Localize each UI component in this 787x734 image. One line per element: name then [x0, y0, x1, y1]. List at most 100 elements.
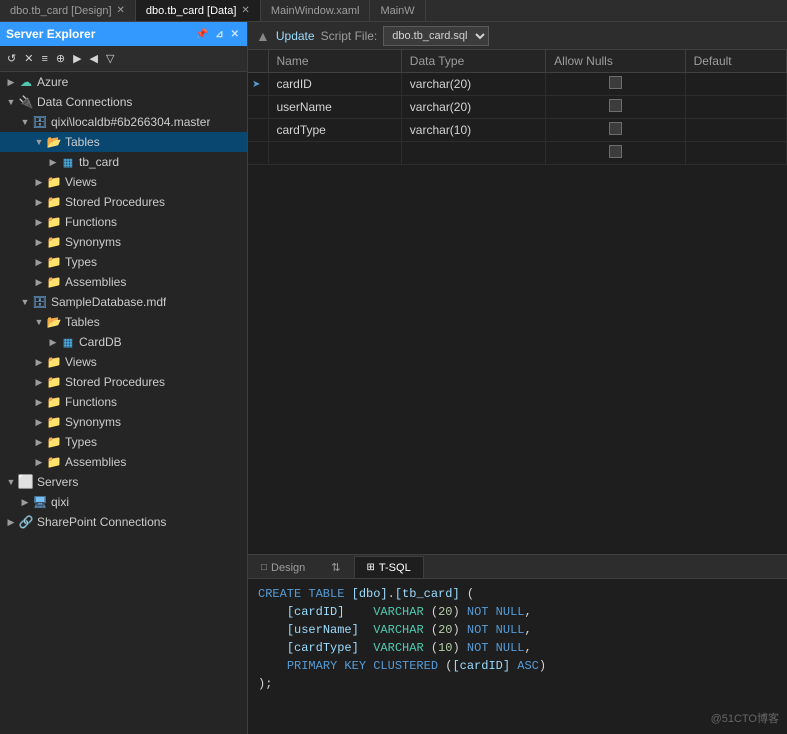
- asm2-folder-icon: 📁: [46, 454, 62, 470]
- tree-item-sharepoint[interactable]: ▶ 🔗 SharePoint Connections: [0, 512, 247, 532]
- col-default-username[interactable]: [685, 96, 786, 119]
- right-panel: ▲ Update Script File: dbo.tb_card.sql Na…: [248, 22, 787, 734]
- tree-item-data-connections[interactable]: ▼ 🔌 Data Connections: [0, 92, 247, 112]
- properties-button[interactable]: ≡: [38, 51, 50, 67]
- col-header-allownulls: Allow Nulls: [546, 50, 685, 73]
- tab-arrows[interactable]: ⇅: [318, 556, 353, 578]
- sql-line-2: [cardID] VARCHAR (20) NOT NULL,: [258, 603, 777, 621]
- table-row[interactable]: userName varchar(20): [248, 96, 787, 119]
- script-file-label: Script File:: [321, 29, 378, 43]
- auto-hide-icon[interactable]: ⊿: [213, 28, 225, 41]
- tree-item-functions2[interactable]: ▶ 📁 Functions: [0, 392, 247, 412]
- checkbox-cardtype[interactable]: [609, 122, 622, 135]
- tree-item-tb-card[interactable]: ▶ ▦ tb_card: [0, 152, 247, 172]
- sidebar-header: Server Explorer 📌 ⊿ ✕: [0, 22, 247, 46]
- tab-design-bottom[interactable]: □ Design: [248, 556, 318, 578]
- refresh-button[interactable]: ↺: [4, 50, 19, 67]
- back-button[interactable]: ◀: [87, 50, 101, 67]
- tree-item-views2[interactable]: ▶ 📁 Views: [0, 352, 247, 372]
- sp2-folder-icon: 📁: [46, 374, 62, 390]
- tree-item-views1[interactable]: ▶ 📁 Views: [0, 172, 247, 192]
- sidebar-header-controls: 📌 ⊿ ✕: [194, 28, 241, 41]
- update-button[interactable]: Update: [276, 29, 315, 43]
- col-datatype-cardid[interactable]: varchar(20): [401, 73, 545, 96]
- tab-design[interactable]: dbo.tb_card [Design] ✕: [0, 0, 136, 21]
- col-name-empty[interactable]: [268, 142, 401, 165]
- tree-item-qixi-server[interactable]: ▶ 🖥 qixi: [0, 492, 247, 512]
- expand-fn2-icon: ▶: [32, 397, 46, 408]
- tree-item-qixi-db[interactable]: ▼ 🗄 qixi\localdb#6b266304.master: [0, 112, 247, 132]
- sidebar-toolbar: ↺ ✕ ≡ ⊕ ▶ ◀ ▽: [0, 46, 247, 72]
- tab-data-close[interactable]: ✕: [241, 5, 249, 16]
- col-name-username[interactable]: userName: [268, 96, 401, 119]
- checkbox-username[interactable]: [609, 99, 622, 112]
- tab-tsql[interactable]: ⊞ T-SQL: [354, 556, 424, 578]
- tree-item-carddb[interactable]: ▶ ▦ CardDB: [0, 332, 247, 352]
- checkbox-empty[interactable]: [609, 145, 622, 158]
- col-allownulls-empty[interactable]: [546, 142, 685, 165]
- expand-data-conn-icon: ▼: [4, 97, 18, 107]
- expand-sample-icon: ▼: [18, 297, 32, 307]
- forward-button[interactable]: ▶: [70, 50, 84, 67]
- tree-item-azure[interactable]: ▶ ☁ Azure: [0, 72, 247, 92]
- expand-types2-icon: ▶: [32, 437, 46, 448]
- tree-item-assemblies1[interactable]: ▶ 📁 Assemblies: [0, 272, 247, 292]
- col-allownulls-username[interactable]: [546, 96, 685, 119]
- tree-item-synonyms1[interactable]: ▶ 📁 Synonyms: [0, 232, 247, 252]
- tables-label: Tables: [65, 135, 100, 149]
- table-design-area: Name Data Type Allow Nulls Default ➤ car…: [248, 50, 787, 554]
- col-datatype-empty[interactable]: [401, 142, 545, 165]
- tables2-label: Tables: [65, 315, 100, 329]
- col-default-empty[interactable]: [685, 142, 786, 165]
- tables2-folder-icon: 📂: [46, 314, 62, 330]
- tree-item-synonyms2[interactable]: ▶ 📁 Synonyms: [0, 412, 247, 432]
- tree-item-assemblies2[interactable]: ▶ 📁 Assemblies: [0, 452, 247, 472]
- table-row[interactable]: ➤ cardID varchar(20): [248, 73, 787, 96]
- col-allownulls-cardid[interactable]: [546, 73, 685, 96]
- col-datatype-username[interactable]: varchar(20): [401, 96, 545, 119]
- col-allownulls-cardtype[interactable]: [546, 119, 685, 142]
- fn1-folder-icon: 📁: [46, 214, 62, 230]
- tree-item-sample-db[interactable]: ▼ 🗄 SampleDatabase.mdf: [0, 292, 247, 312]
- tree-item-types2[interactable]: ▶ 📁 Types: [0, 432, 247, 452]
- tab-design-close[interactable]: ✕: [117, 5, 125, 16]
- expand-servers-icon: ▼: [4, 477, 18, 487]
- expand-syn2-icon: ▶: [32, 417, 46, 428]
- row-marker-username: [248, 96, 268, 119]
- col-header-default: Default: [685, 50, 786, 73]
- watermark: @51CTO博客: [711, 710, 779, 726]
- pin-icon[interactable]: 📌: [194, 28, 210, 41]
- filter-button[interactable]: ▽: [103, 50, 117, 67]
- tab-data[interactable]: dbo.tb_card [Data] ✕: [136, 0, 261, 21]
- expand-views1-icon: ▶: [32, 177, 46, 188]
- tab-mainw[interactable]: MainW: [370, 0, 425, 21]
- add-button[interactable]: ⊕: [53, 50, 68, 67]
- tree-item-tables2[interactable]: ▼ 📂 Tables: [0, 312, 247, 332]
- col-default-cardtype[interactable]: [685, 119, 786, 142]
- tables-folder-icon: 📂: [46, 134, 62, 150]
- col-default-cardid[interactable]: [685, 73, 786, 96]
- col-datatype-cardtype[interactable]: varchar(10): [401, 119, 545, 142]
- column-design-table: Name Data Type Allow Nulls Default ➤ car…: [248, 50, 787, 165]
- tree-item-stored-procs2[interactable]: ▶ 📁 Stored Procedures: [0, 372, 247, 392]
- script-file-dropdown[interactable]: dbo.tb_card.sql: [383, 26, 489, 46]
- col-name-cardid[interactable]: cardID: [268, 73, 401, 96]
- tree-item-servers[interactable]: ▼ ⬜ Servers: [0, 472, 247, 492]
- tab-mainwindow[interactable]: MainWindow.xaml: [261, 0, 371, 21]
- expand-asm2-icon: ▶: [32, 457, 46, 468]
- delete-button[interactable]: ✕: [21, 50, 36, 67]
- checkbox-cardid[interactable]: [609, 76, 622, 89]
- tree-item-functions1[interactable]: ▶ 📁 Functions: [0, 212, 247, 232]
- tree-item-tables[interactable]: ▼ 📂 Tables: [0, 132, 247, 152]
- close-sidebar-icon[interactable]: ✕: [229, 28, 241, 41]
- table-row[interactable]: cardType varchar(10): [248, 119, 787, 142]
- table-row[interactable]: [248, 142, 787, 165]
- col-header-datatype: Data Type: [401, 50, 545, 73]
- tree-item-types1[interactable]: ▶ 📁 Types: [0, 252, 247, 272]
- col-name-cardtype[interactable]: cardType: [268, 119, 401, 142]
- synonyms1-label: Synonyms: [65, 235, 121, 249]
- sql-editor[interactable]: CREATE TABLE [dbo].[tb_card] ( [cardID] …: [248, 579, 787, 734]
- tree-item-stored-procs1[interactable]: ▶ 📁 Stored Procedures: [0, 192, 247, 212]
- types1-folder-icon: 📁: [46, 254, 62, 270]
- expand-tables-icon: ▼: [32, 137, 46, 147]
